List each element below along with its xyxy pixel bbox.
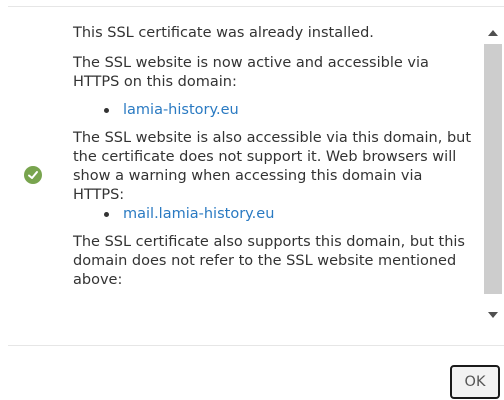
- check-circle-icon: [24, 166, 42, 184]
- scroll-down-icon[interactable]: [488, 312, 498, 318]
- active-domain-link[interactable]: lamia-history.eu: [73, 101, 473, 120]
- scroll-up-icon[interactable]: [488, 30, 498, 36]
- active-intro-text: The SSL website is now active and access…: [73, 55, 429, 90]
- message-scroll-area[interactable]: This SSL certificate was already install…: [0, 18, 482, 332]
- message-content: This SSL certificate was already install…: [73, 24, 473, 290]
- warning-domain-link[interactable]: mail.lamia-history.eu: [73, 205, 473, 224]
- warning-domain-list: mail.lamia-history.eu: [73, 205, 473, 224]
- bullet: [104, 212, 109, 217]
- bottom-divider: [8, 345, 504, 346]
- top-divider: [8, 6, 504, 7]
- vertical-scrollbar[interactable]: [482, 18, 504, 332]
- unreferenced-intro-text: The SSL certificate also supports this d…: [73, 234, 465, 288]
- bullet: [104, 108, 109, 113]
- already-installed-text: This SSL certificate was already install…: [73, 25, 374, 41]
- ssl-result-dialog: This SSL certificate was already install…: [0, 0, 504, 400]
- ok-button[interactable]: OK: [450, 365, 500, 399]
- check-icon: [28, 171, 38, 179]
- active-domain-list: lamia-history.eu: [73, 101, 473, 120]
- warning-intro-text: The SSL website is also accessible via t…: [73, 130, 472, 203]
- active-domain-text[interactable]: lamia-history.eu: [123, 102, 239, 118]
- warning-domain-text[interactable]: mail.lamia-history.eu: [123, 206, 274, 222]
- scrollbar-thumb[interactable]: [484, 44, 502, 294]
